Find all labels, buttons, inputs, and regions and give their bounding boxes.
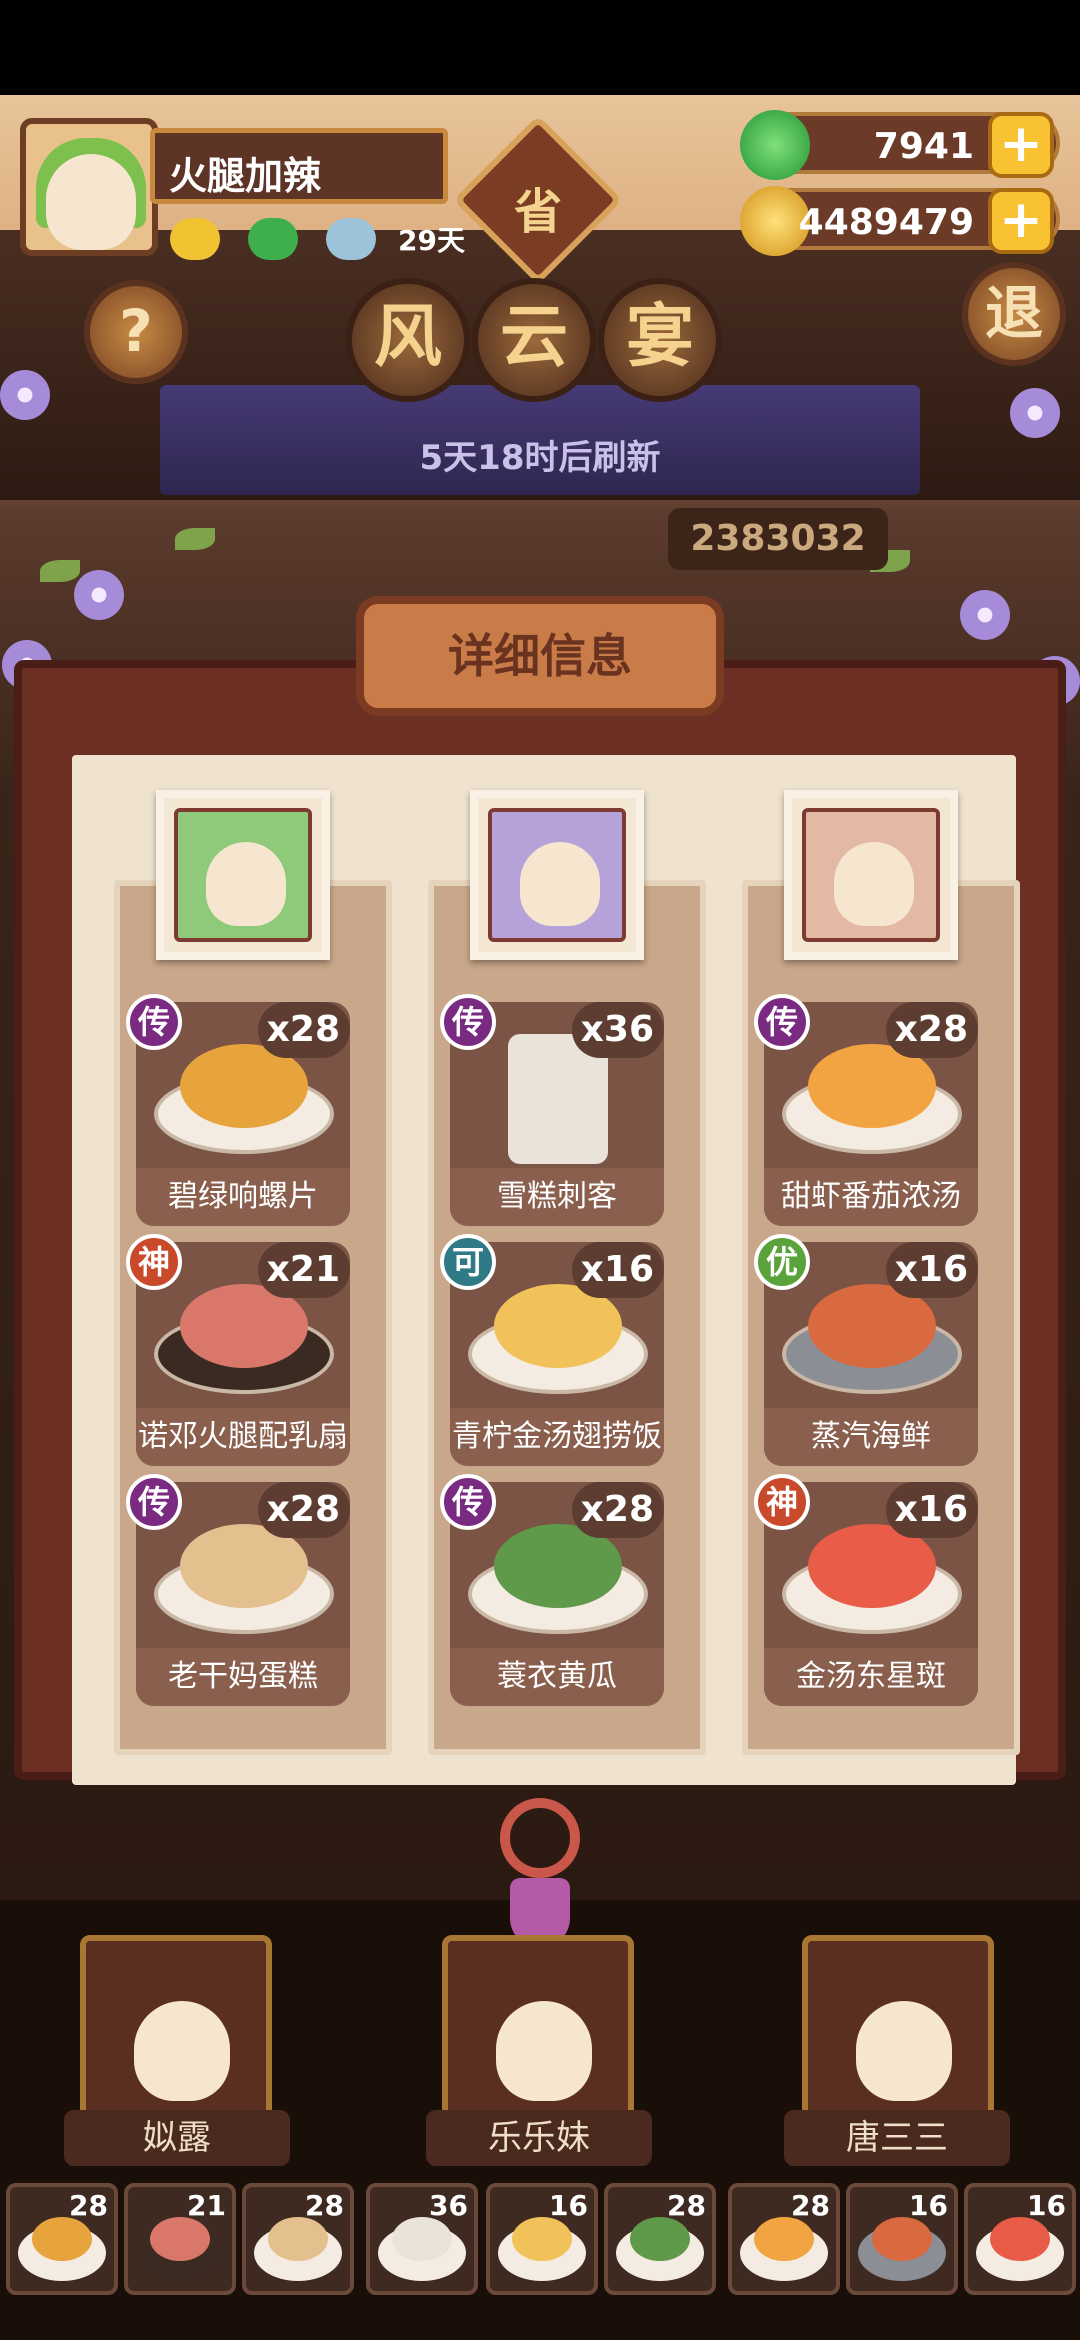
strip-dish[interactable]: 28 — [604, 2183, 716, 2295]
ingredient-boost-icon[interactable] — [326, 218, 376, 260]
dish-name: 老干妈蛋糕 — [136, 1648, 350, 1706]
dish-card[interactable]: x16 可 青柠金汤翅捞饭 — [440, 1234, 664, 1466]
province-badge-label: 省 — [513, 184, 562, 240]
dish-count: x16 — [886, 1482, 978, 1538]
chinese-knot-icon — [482, 1798, 598, 1948]
dish-name: 蒸汽海鲜 — [764, 1408, 978, 1466]
dish-count: x28 — [258, 1482, 350, 1538]
dish-name: 诺邓火腿配乳扇 — [136, 1408, 350, 1466]
dish-count: x21 — [258, 1242, 350, 1298]
dish-name: 金汤东星斑 — [764, 1648, 978, 1706]
player-name: 火腿加辣 — [169, 154, 322, 198]
exit-button[interactable]: 退 — [962, 262, 1066, 366]
chef-name: 唐三三 — [784, 2110, 1010, 2166]
rarity-badge: 传 — [126, 1474, 182, 1530]
portrait-image — [174, 808, 312, 942]
jade-boost-icon[interactable] — [248, 218, 298, 260]
jade-amount: 7941 — [873, 126, 974, 167]
strip-dish[interactable]: 28 — [6, 2183, 118, 2295]
dish-card[interactable]: x28 传 老干妈蛋糕 — [126, 1474, 350, 1706]
chef-face — [496, 2001, 592, 2101]
dish-strip: 28 21 28 36 16 28 28 16 16 — [0, 2183, 1080, 2300]
strip-dish[interactable]: 21 — [124, 2183, 236, 2295]
dish-count: x16 — [886, 1242, 978, 1298]
system-status-bar — [0, 0, 1080, 95]
avatar-face — [46, 154, 136, 250]
chef-card-3[interactable] — [802, 1935, 994, 2135]
dish-count: x36 — [572, 1002, 664, 1058]
rarity-badge: 传 — [440, 1474, 496, 1530]
strip-dish[interactable]: 16 — [846, 2183, 958, 2295]
rarity-badge: 传 — [126, 994, 182, 1050]
chef-face — [134, 2001, 230, 2101]
score-display: 2383032 — [668, 508, 888, 570]
chef-portrait-2[interactable] — [470, 790, 644, 960]
portrait-image — [802, 808, 940, 942]
dish-card[interactable]: x16 优 蒸汽海鲜 — [754, 1234, 978, 1466]
dish-name: 甜虾番茄浓汤 — [764, 1168, 978, 1226]
dish-name: 雪糕刺客 — [450, 1168, 664, 1226]
chef-name: 乐乐妹 — [426, 2110, 652, 2166]
leaf-icon — [175, 528, 215, 550]
flower-icon — [960, 590, 1010, 640]
chef-face — [856, 2001, 952, 2101]
rarity-badge: 神 — [754, 1474, 810, 1530]
add-jade-button[interactable]: + — [988, 112, 1054, 178]
dish-card[interactable]: x28 传 碧绿响螺片 — [126, 994, 350, 1226]
coin-boost-icon[interactable] — [170, 218, 220, 260]
player-name-box[interactable]: 火腿加辣 — [150, 128, 448, 204]
jade-currency: 7941 + — [740, 110, 1060, 180]
dish-card[interactable]: x28 传 蓑衣黄瓜 — [440, 1474, 664, 1706]
strip-dish[interactable]: 28 — [242, 2183, 354, 2295]
add-gold-button[interactable]: + — [988, 188, 1054, 254]
flower-icon — [74, 570, 124, 620]
leaf-icon — [40, 560, 80, 582]
title-char-feng: 风 — [346, 278, 470, 402]
strip-dish[interactable]: 36 — [366, 2183, 478, 2295]
dish-count: x16 — [572, 1242, 664, 1298]
chef-portrait-3[interactable] — [784, 790, 958, 960]
chef-name: 姒露 — [64, 2110, 290, 2166]
chef-portrait-1[interactable] — [156, 790, 330, 960]
dish-card[interactable]: x21 神 诺邓火腿配乳扇 — [126, 1234, 350, 1466]
strip-dish[interactable]: 16 — [964, 2183, 1076, 2295]
gold-amount: 4489479 — [798, 202, 974, 243]
chef-card-2[interactable] — [442, 1935, 634, 2135]
help-button[interactable]: ? — [84, 280, 188, 384]
dish-card[interactable]: x28 传 甜虾番茄浓汤 — [754, 994, 978, 1226]
detail-title: 详细信息 — [356, 596, 724, 716]
refresh-timer: 5天18时后刷新 — [419, 438, 661, 478]
rarity-badge: 可 — [440, 1234, 496, 1290]
dish-count: x28 — [886, 1002, 978, 1058]
dish-count: x28 — [258, 1002, 350, 1058]
rarity-badge: 传 — [754, 994, 810, 1050]
dish-card[interactable]: x16 神 金汤东星斑 — [754, 1474, 978, 1706]
portrait-image — [488, 808, 626, 942]
rarity-badge: 优 — [754, 1234, 810, 1290]
status-icons: 29天 — [170, 218, 465, 260]
strip-dish[interactable]: 28 — [728, 2183, 840, 2295]
dish-name: 碧绿响螺片 — [136, 1168, 350, 1226]
strip-dish[interactable]: 16 — [486, 2183, 598, 2295]
flower-icon — [1010, 388, 1060, 438]
dish-name: 青柠金汤翅捞饭 — [450, 1408, 664, 1466]
chef-card-1[interactable] — [80, 1935, 272, 2135]
jade-coin-icon — [740, 110, 810, 180]
dish-name: 蓑衣黄瓜 — [450, 1648, 664, 1706]
title-char-yan: 宴 — [598, 278, 722, 402]
flower-icon — [0, 370, 50, 420]
dish-count: x28 — [572, 1482, 664, 1538]
rarity-badge: 传 — [440, 994, 496, 1050]
title-char-yun: 云 — [472, 278, 596, 402]
days-counter: 29天 — [398, 224, 465, 257]
player-avatar[interactable] — [20, 118, 158, 256]
rarity-badge: 神 — [126, 1234, 182, 1290]
dish-card[interactable]: x36 传 雪糕刺客 — [440, 994, 664, 1226]
gold-currency: 4489479 + — [740, 186, 1060, 256]
